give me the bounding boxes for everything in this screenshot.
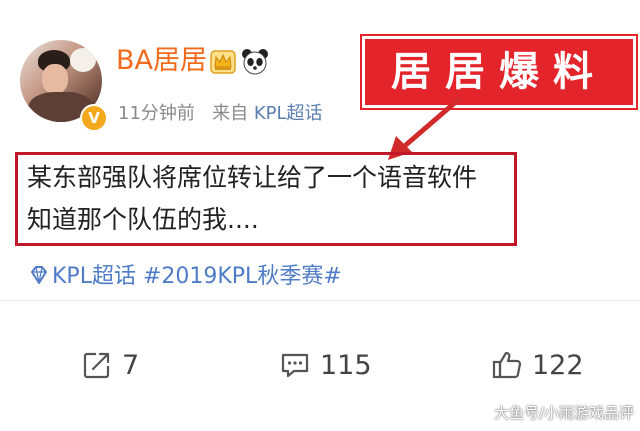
post-text-line-1: 某东部强队将席位转让给了一个语音软件: [27, 163, 478, 192]
post-meta: 11分钟前 来自 KPL超话: [118, 101, 323, 127]
source-link[interactable]: KPL超话: [254, 103, 323, 124]
topic-links[interactable]: KPL超话 #2019KPL秋季赛#: [28, 262, 342, 292]
watermark: 大鱼号/小雨游戏品评: [493, 404, 634, 422]
panda-icon: [242, 49, 268, 75]
repost-count: 7: [122, 350, 140, 381]
topic-text[interactable]: KPL超话 #2019KPL秋季赛#: [52, 264, 342, 289]
post-time: 11分钟前: [118, 103, 195, 124]
source-prefix: 来自: [212, 103, 249, 124]
crown-icon: [210, 50, 236, 74]
username[interactable]: BA居居: [116, 44, 207, 78]
avatar-mascot: [70, 48, 96, 72]
thumbs-up-icon: [492, 351, 522, 379]
share-icon: [83, 352, 110, 379]
like-count: 122: [532, 350, 584, 381]
diamond-icon: [31, 266, 47, 284]
verified-badge: V: [80, 104, 108, 132]
post-text-line-2: 知道那个队伍的我....: [27, 205, 259, 234]
comment-icon: [281, 353, 309, 378]
comment-count: 115: [320, 350, 372, 381]
avatar-face: [42, 64, 68, 94]
